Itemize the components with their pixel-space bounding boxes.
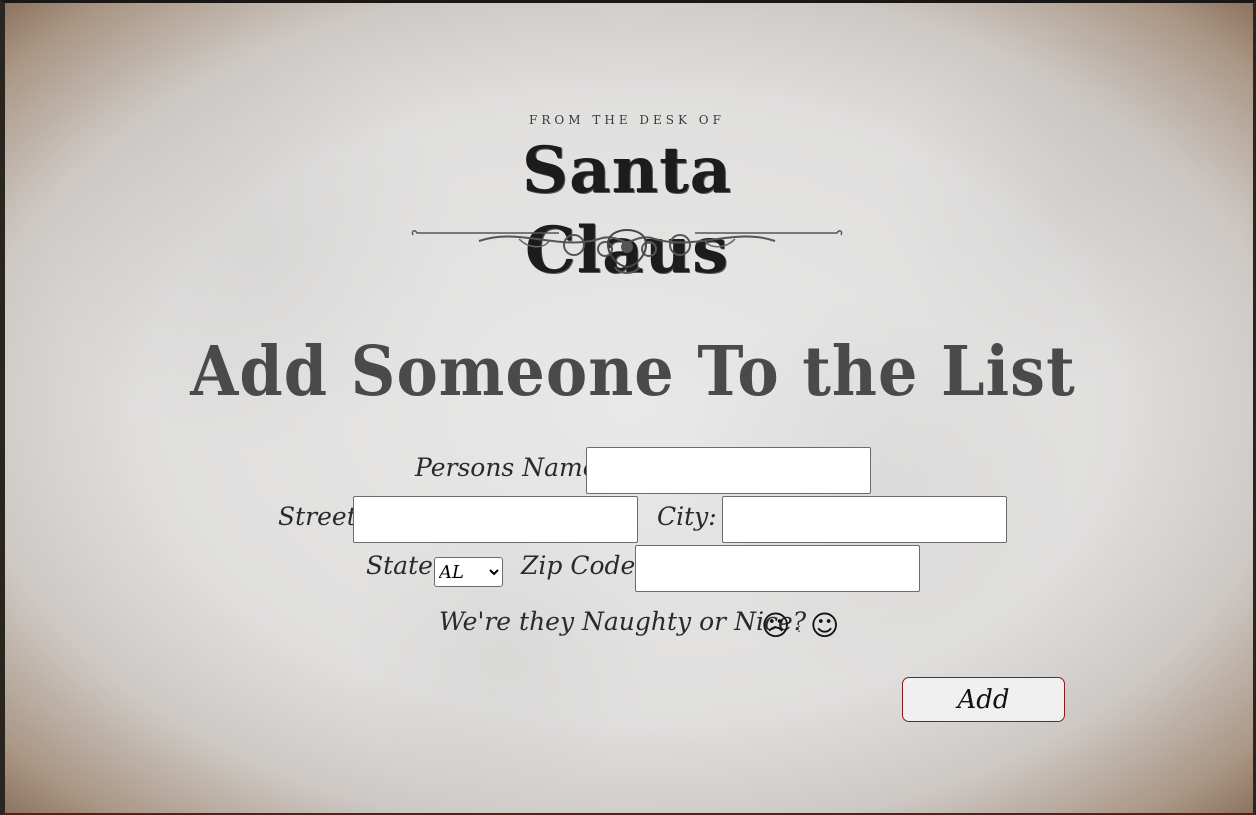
- frowning-face-icon[interactable]: ☹: [761, 611, 790, 641]
- zip-code-label: Zip Code:: [521, 551, 644, 580]
- persons-name-label: Persons Name:: [415, 453, 606, 482]
- smiling-face-icon[interactable]: ☺: [810, 611, 839, 641]
- add-button[interactable]: Add: [902, 677, 1065, 722]
- city-label: City:: [657, 502, 717, 531]
- street-input[interactable]: [353, 496, 638, 543]
- page-heading: Add Someone To the List: [190, 331, 1076, 412]
- naughty-nice-slider[interactable]: :: [797, 621, 801, 635]
- letterhead: FROM THE DESK OF Santa Claus: [409, 111, 845, 288]
- letter-page: FROM THE DESK OF Santa Claus Add Someone…: [0, 0, 1256, 815]
- naughty-or-nice-label: We're they Naughty or Nice?: [439, 607, 807, 636]
- state-label: State:: [366, 551, 442, 580]
- persons-name-input[interactable]: [586, 447, 871, 494]
- state-select[interactable]: AL: [434, 557, 503, 587]
- from-desk-text: FROM THE DESK OF: [529, 113, 725, 127]
- city-input[interactable]: [722, 496, 1007, 543]
- ornament-flourish-icon: [411, 229, 843, 274]
- zip-code-input[interactable]: [635, 545, 920, 592]
